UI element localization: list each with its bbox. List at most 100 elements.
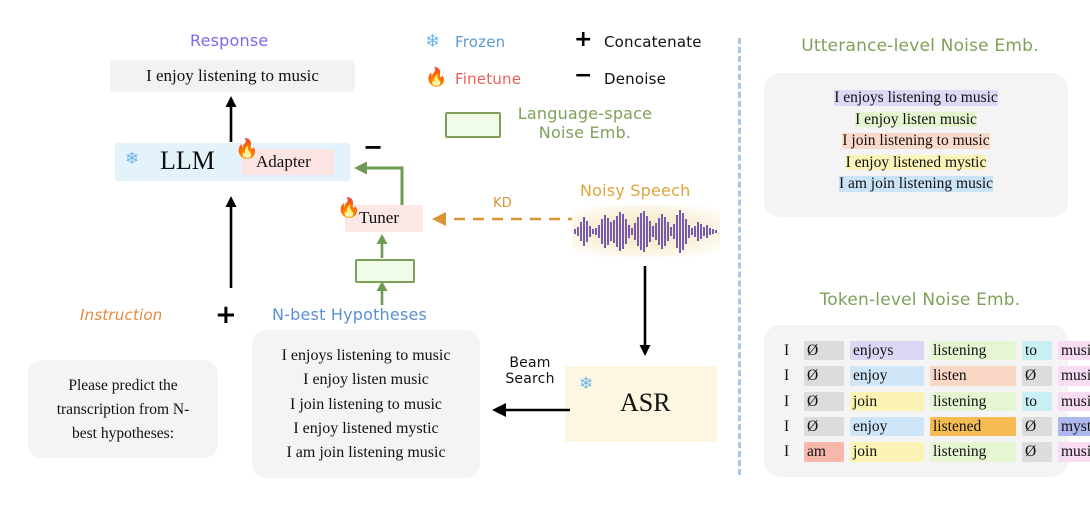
token-cell: Ø: [804, 341, 844, 361]
token-cell: I: [784, 418, 790, 436]
token-cell: music: [1058, 366, 1090, 386]
utterance-text: I enjoy listen music: [855, 110, 977, 128]
token-cell: Ø: [804, 417, 844, 437]
nbest-label: N-best Hypotheses: [272, 305, 428, 324]
token-cell: music: [1058, 442, 1090, 462]
token-cell: I: [784, 342, 790, 359]
utterance-row: I enjoy listened mystic: [764, 153, 1068, 171]
beam-search-label: Beam Search: [498, 355, 562, 387]
kd-label: KD: [493, 196, 512, 211]
list-item: I am join listening music: [286, 444, 446, 462]
arrow-speech-to-asr: [639, 266, 651, 356]
token-cell: Ø: [1022, 442, 1052, 462]
utterance-row: I am join listening music: [764, 176, 1068, 192]
token-cell: enjoy: [850, 417, 924, 437]
utterance-row: I enjoy listen music: [764, 110, 1068, 128]
legend-noise-emb-line1: Language-space: [517, 104, 653, 123]
token-cell: Ø: [1022, 366, 1052, 386]
token-cell: listening: [930, 341, 1016, 361]
utterance-text: I am join listening music: [838, 175, 994, 192]
legend-denoise-symbol: −: [574, 63, 593, 88]
adapter-label: Adapter: [256, 152, 311, 171]
diagram-canvas: Response I enjoy listening to music ❄ LL…: [0, 0, 1090, 508]
token-cell: enjoys: [850, 341, 924, 361]
legend-noise-emb-swatch: [445, 112, 501, 138]
response-label: Response: [190, 31, 269, 50]
utterance-text: I enjoy listened mystic: [845, 153, 987, 171]
token-panel-title: Token-level Noise Emb.: [819, 290, 1021, 310]
tuner-label: Tuner: [359, 208, 399, 227]
llm-box: ❄ LLM Adapter 🔥: [115, 138, 350, 181]
token-cell: join: [850, 442, 924, 462]
token-cell: listening: [930, 442, 1016, 462]
token-cell: I: [784, 443, 790, 461]
beam-search-line1: Beam: [509, 355, 551, 371]
tuner-box: Tuner 🔥: [337, 197, 423, 232]
arrow-hyp-to-emb: [376, 281, 388, 305]
utterance-row: I join listening to music: [764, 133, 1068, 149]
llm-label: LLM: [160, 146, 215, 175]
token-cell: listened: [930, 417, 1016, 437]
asr-label: ASR: [620, 388, 671, 417]
noisy-speech-label: Noisy Speech: [580, 181, 691, 200]
snowflake-icon: ❄: [125, 149, 140, 169]
legend-concatenate-label: Concatenate: [604, 33, 702, 51]
arrow-llm-to-response: [225, 96, 237, 142]
legend-noise-emb-line2: Noise Emb.: [538, 123, 632, 143]
response-text: I enjoy listening to music: [146, 66, 319, 85]
token-cell: music: [1058, 391, 1090, 412]
arrow-kd: [432, 212, 579, 226]
token-panel: IØenjoyslisteningtomusicIØenjoylistenØmu…: [764, 325, 1090, 477]
instruction-label: Instruction: [80, 306, 163, 324]
token-cell: am: [804, 442, 844, 462]
utterance-text: I join listening to music: [842, 132, 990, 149]
legend-denoise-label: Denoise: [604, 70, 667, 88]
token-cell: music: [1058, 341, 1090, 361]
arrow-emb-to-tuner: [376, 234, 388, 258]
token-cell: I: [784, 367, 790, 385]
legend-noise-emb-label: Language-space Noise Emb.: [510, 104, 660, 142]
token-cell: mystic: [1058, 417, 1090, 437]
nbest-hypotheses-box: I enjoys listening to music I enjoy list…: [252, 330, 480, 478]
token-cell: listening: [930, 391, 1016, 412]
nbest-list: I enjoys listening to music I enjoy list…: [252, 330, 480, 466]
list-item: I enjoy listen music: [303, 371, 429, 389]
token-cell: join: [850, 391, 924, 412]
utterance-panel-title: Utterance-level Noise Emb.: [801, 36, 1039, 56]
token-cell: Ø: [1022, 417, 1052, 437]
token-cell: listen: [930, 366, 1016, 386]
legend-concatenate-symbol: +: [574, 27, 593, 52]
utterance-text: I enjoys listening to music: [834, 89, 998, 106]
arrow-input-to-llm: [225, 196, 237, 288]
token-cell: I: [784, 392, 790, 410]
legend-frozen-label: Frozen: [455, 33, 506, 51]
list-item: I enjoys listening to music: [281, 347, 451, 364]
legend-finetune-label: Finetune: [455, 70, 522, 88]
beam-search-line2: Search: [505, 371, 555, 388]
response-box: I enjoy listening to music: [110, 60, 355, 92]
snowflake-icon: ❄: [425, 31, 441, 52]
flame-icon: 🔥: [425, 67, 448, 88]
arrow-asr-to-hypotheses: [492, 403, 570, 417]
language-space-noise-emb-box: [355, 259, 415, 283]
utterance-row: I enjoys listening to music: [764, 90, 1068, 106]
list-item: I enjoy listened mystic: [293, 419, 439, 437]
asr-box: ❄ ASR: [565, 366, 717, 442]
flame-icon: 🔥: [337, 197, 361, 219]
token-grid: IØenjoyslisteningtomusicIØenjoylistenØmu…: [764, 325, 1090, 462]
snowflake-icon: ❄: [579, 374, 594, 394]
utterance-panel: I enjoys listening to music I enjoy liste…: [764, 73, 1068, 217]
concatenate-symbol: +: [215, 300, 237, 330]
noisy-speech-waveform: [572, 205, 720, 257]
token-cell: Ø: [804, 366, 844, 386]
token-cell: to: [1022, 391, 1052, 412]
flame-icon: 🔥: [235, 138, 259, 160]
token-cell: to: [1022, 341, 1052, 361]
vertical-divider: [738, 38, 741, 475]
list-item: I join listening to music: [290, 395, 442, 413]
utterance-row-list: I enjoys listening to music I enjoy liste…: [764, 73, 1068, 192]
token-cell: Ø: [804, 391, 844, 412]
instruction-box: Please predict the transcription from N-…: [28, 360, 218, 458]
instruction-text: Please predict the transcription from N-…: [56, 377, 190, 443]
token-cell: enjoy: [850, 366, 924, 386]
